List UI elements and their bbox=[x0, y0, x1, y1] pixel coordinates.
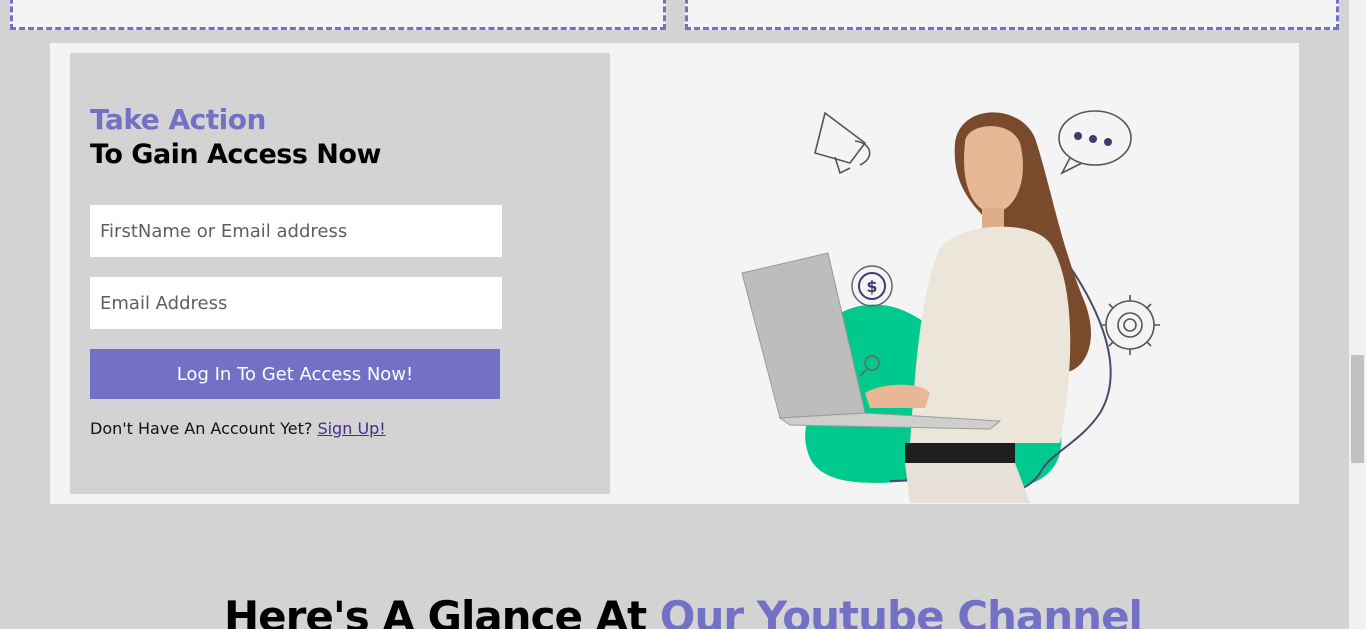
youtube-heading-prefix: Here's A Glance At bbox=[224, 592, 660, 629]
form-heading-accent: Take Action bbox=[90, 103, 266, 136]
svg-text:$: $ bbox=[866, 277, 877, 296]
signup-prompt-text: Don't Have An Account Yet? bbox=[90, 419, 318, 438]
dollar-coin-icon: $ bbox=[851, 265, 893, 307]
youtube-heading-accent: Our Youtube Channel bbox=[659, 592, 1143, 629]
youtube-section-heading: Here's A Glance At Our Youtube Channel bbox=[0, 592, 1366, 629]
chat-bubble-icon bbox=[1058, 110, 1132, 175]
previous-card-left bbox=[10, 0, 666, 30]
vertical-scrollbar-track[interactable] bbox=[1349, 0, 1366, 629]
login-access-button[interactable]: Log In To Get Access Now! bbox=[90, 349, 500, 399]
woman-blouse bbox=[910, 226, 1071, 443]
login-form-card: Take Action To Gain Access Now Log In To… bbox=[70, 53, 610, 494]
form-heading-main: To Gain Access Now bbox=[90, 139, 381, 170]
laptop-screen bbox=[741, 252, 866, 419]
email-address-input[interactable] bbox=[90, 277, 502, 329]
access-panel: Take Action To Gain Access Now Log In To… bbox=[50, 43, 1299, 504]
megaphone-icon bbox=[814, 111, 871, 175]
page: Take Action To Gain Access Now Log In To… bbox=[0, 0, 1366, 629]
previous-card-right bbox=[685, 0, 1339, 30]
vertical-scrollbar-thumb[interactable] bbox=[1351, 355, 1364, 463]
gear-icon bbox=[1100, 295, 1160, 355]
woman-belt bbox=[905, 443, 1015, 463]
signup-prompt: Don't Have An Account Yet? Sign Up! bbox=[90, 419, 386, 438]
firstname-or-email-input[interactable] bbox=[90, 205, 502, 257]
signup-link[interactable]: Sign Up! bbox=[317, 419, 385, 438]
woman-with-laptop-illustration: $ bbox=[741, 110, 1160, 503]
woman-trousers bbox=[905, 463, 1030, 503]
